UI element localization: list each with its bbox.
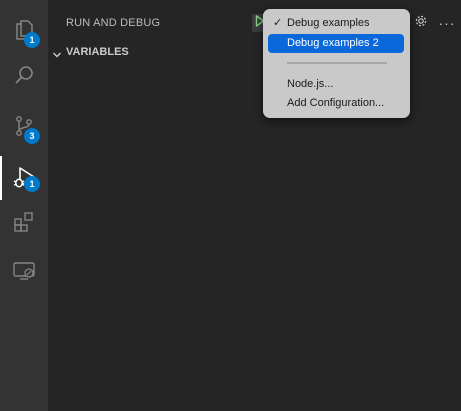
dropdown-separator (287, 62, 387, 64)
activity-search[interactable] (0, 54, 48, 98)
dropdown-option-label: Add Configuration... (287, 97, 385, 109)
debug-configuration-dropdown: ✓ Debug examples Debug examples 2 Node.j… (263, 9, 410, 118)
activity-bar: 1 3 1 (0, 0, 48, 411)
remote-explorer-icon (12, 258, 36, 282)
more-actions-button[interactable]: ··· (438, 14, 456, 32)
activity-source-control[interactable]: 3 (0, 104, 48, 148)
search-icon (12, 64, 36, 88)
variables-section-label: VARIABLES (66, 46, 129, 58)
dropdown-option-add-configuration[interactable]: Add Configuration... (268, 94, 404, 113)
activity-remote-explorer[interactable] (0, 248, 48, 292)
dropdown-option-label: Debug examples (287, 17, 370, 29)
dropdown-option-nodejs[interactable]: Node.js... (268, 75, 404, 94)
extensions-icon (12, 210, 36, 234)
activity-explorer[interactable]: 1 (0, 8, 48, 52)
dropdown-option-debug-examples-2[interactable]: Debug examples 2 (268, 34, 404, 53)
debug-badge: 1 (24, 176, 40, 192)
ellipsis-icon: ··· (438, 15, 456, 31)
chevron-down-icon (52, 47, 62, 65)
activity-run-and-debug[interactable]: 1 (0, 156, 48, 200)
sidebar-title: RUN AND DEBUG (66, 17, 161, 29)
checkmark-icon: ✓ (273, 17, 283, 29)
explorer-badge: 1 (24, 32, 40, 48)
open-launch-json-button[interactable] (412, 14, 430, 32)
dropdown-option-debug-examples[interactable]: ✓ Debug examples (268, 14, 404, 33)
dropdown-option-label: Debug examples 2 (287, 37, 379, 49)
activity-extensions[interactable] (0, 200, 48, 244)
dropdown-option-label: Node.js... (287, 78, 334, 90)
source-control-badge: 3 (24, 128, 40, 144)
gear-icon (414, 14, 428, 33)
